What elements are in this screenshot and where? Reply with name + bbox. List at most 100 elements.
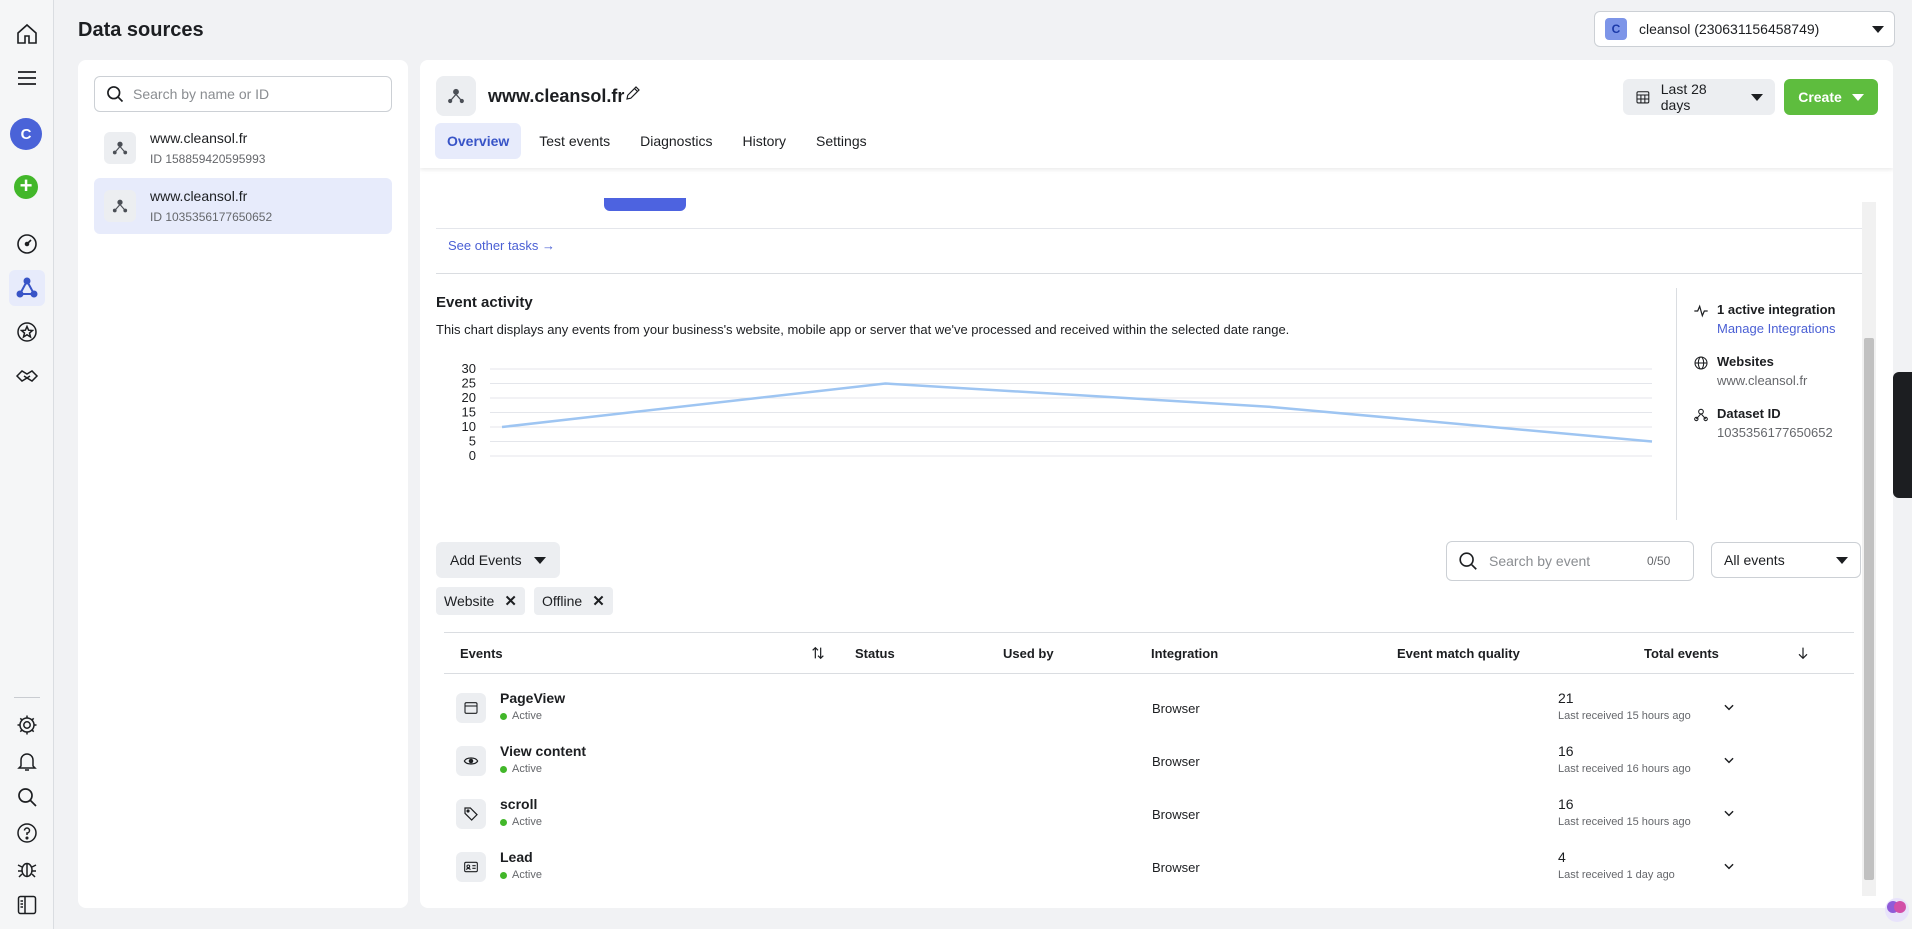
data-sources-icon[interactable] — [9, 270, 45, 306]
dataset-tabs: Overview Test events Diagnostics History… — [435, 123, 885, 159]
search-icon — [107, 86, 124, 103]
status-dot — [500, 818, 507, 826]
panel-toggle-icon[interactable] — [9, 887, 45, 923]
task-action-button-partial[interactable] — [604, 198, 686, 211]
data-source-item-selected[interactable]: www.cleansol.fr ID 1035356177650652 — [94, 178, 392, 234]
divider — [436, 228, 1867, 229]
event-status-label: Active — [512, 710, 542, 722]
dataset-id-info: Dataset ID 1035356177650652 — [1693, 406, 1833, 440]
add-icon[interactable]: + — [14, 175, 38, 199]
filter-chip-website: Website ✕ — [436, 587, 525, 615]
status-dot — [500, 765, 507, 773]
tab-settings[interactable]: Settings — [804, 123, 879, 159]
event-last-received: Last received 16 hours ago — [1558, 763, 1691, 775]
left-rail: C + — [0, 0, 54, 929]
websites-title: Websites — [1717, 354, 1774, 369]
extension-brain-icon[interactable] — [1867, 880, 1912, 929]
sort-icon[interactable] — [810, 645, 826, 664]
data-source-search-input[interactable] — [133, 86, 381, 102]
chevron-down-icon[interactable] — [1722, 806, 1736, 825]
scrollbar-thumb[interactable] — [1864, 338, 1874, 880]
table-row[interactable]: scroll Active Browser 16 Last received 1… — [444, 788, 1854, 841]
page-title: Data sources — [78, 19, 204, 41]
account-badge: C — [1605, 18, 1627, 40]
tab-overview[interactable]: Overview — [435, 123, 522, 159]
table-row[interactable]: Lead Active Browser 4 Last received 1 da… — [444, 841, 1854, 894]
event-total: 4 — [1558, 849, 1566, 865]
websites-value: www.cleansol.fr — [1717, 373, 1808, 388]
chevron-down-icon — [1872, 25, 1884, 33]
events-table: Events Status Used by Integration Event … — [444, 632, 1854, 894]
tab-test-events[interactable]: Test events — [527, 123, 622, 159]
extension-toolbar-strip[interactable] — [1893, 372, 1912, 498]
dataset-id-value: 1035356177650652 — [1717, 425, 1833, 440]
table-row[interactable]: PageView Active Browser 21 Last received… — [444, 682, 1854, 735]
y-tick-label: 20 — [462, 390, 476, 405]
tab-diagnostics[interactable]: Diagnostics — [628, 123, 724, 159]
event-status-label: Active — [512, 869, 542, 881]
star-icon[interactable] — [9, 314, 45, 350]
tag-icon — [456, 799, 486, 829]
integration-info: 1 active integration Manage Integrations — [1693, 302, 1836, 336]
menu-icon[interactable] — [9, 60, 45, 96]
websites-info: Websites www.cleansol.fr — [1693, 354, 1807, 388]
chevron-down-icon[interactable] — [1722, 753, 1736, 772]
data-source-id: ID 158859420595993 — [150, 152, 266, 166]
bell-icon[interactable] — [9, 743, 45, 779]
home-icon[interactable] — [9, 16, 45, 52]
settings-gear-icon[interactable] — [9, 707, 45, 743]
create-button[interactable]: Create — [1784, 79, 1878, 115]
date-range-button[interactable]: Last 28 days — [1623, 79, 1775, 115]
close-icon[interactable]: ✕ — [504, 592, 517, 610]
manage-integrations-link[interactable]: Manage Integrations — [1717, 321, 1836, 336]
event-last-received: Last received 15 hours ago — [1558, 816, 1691, 828]
close-icon[interactable]: ✕ — [592, 592, 605, 610]
y-tick-label: 25 — [462, 376, 476, 391]
help-icon[interactable] — [9, 815, 45, 851]
chevron-down-icon[interactable] — [1722, 859, 1736, 878]
table-header: Events Status Used by Integration Event … — [444, 632, 1854, 674]
event-integration: Browser — [1152, 860, 1200, 875]
event-search[interactable]: 0/50 — [1446, 541, 1694, 581]
pulse-icon — [1694, 304, 1708, 318]
event-name: View content — [500, 743, 587, 759]
status-dot — [500, 712, 507, 720]
dataset-icon — [104, 190, 136, 222]
date-range-label: Last 28 days — [1660, 81, 1707, 113]
handshake-icon[interactable] — [9, 358, 45, 394]
chevron-down-icon[interactable] — [1722, 700, 1736, 719]
event-name: PageView — [500, 690, 566, 706]
y-tick-label: 10 — [462, 419, 476, 434]
event-total: 21 — [1558, 690, 1574, 706]
calendar-icon — [1636, 91, 1650, 104]
event-search-input[interactable] — [1489, 553, 1639, 569]
y-tick-label: 30 — [462, 361, 476, 376]
tab-history[interactable]: History — [730, 123, 798, 159]
create-label: Create — [1798, 89, 1842, 105]
col-total-events[interactable]: Total events — [1644, 646, 1719, 661]
dashboard-gauge-icon[interactable] — [9, 226, 45, 262]
search-icon[interactable] — [9, 779, 45, 815]
vertical-scrollbar[interactable] — [1862, 202, 1876, 896]
add-events-button[interactable]: Add Events — [436, 542, 560, 578]
rail-divider — [14, 697, 40, 698]
account-avatar[interactable]: C — [10, 118, 42, 150]
arrow-down-icon[interactable] — [1795, 645, 1811, 664]
edit-pencil-icon[interactable] — [624, 84, 642, 107]
data-source-item[interactable]: www.cleansol.fr ID 158859420595993 — [94, 120, 392, 176]
data-source-search[interactable] — [94, 76, 392, 112]
event-filter-value: All events — [1724, 552, 1785, 568]
event-filter-select[interactable]: All events — [1711, 542, 1861, 578]
event-status: Active — [500, 816, 542, 828]
bug-icon[interactable] — [9, 851, 45, 887]
search-icon — [1459, 552, 1477, 570]
chevron-down-icon — [1751, 93, 1763, 101]
table-row[interactable]: View content Active Browser 16 Last rece… — [444, 735, 1854, 788]
see-other-tasks-link[interactable]: See other tasks → — [448, 238, 555, 253]
col-events[interactable]: Events — [460, 646, 503, 661]
data-source-name: www.cleansol.fr — [150, 130, 248, 146]
data-source-id: ID 1035356177650652 — [150, 210, 273, 224]
event-status: Active — [500, 869, 542, 881]
account-name: cleansol (230631156458749) — [1639, 21, 1820, 37]
account-selector[interactable]: C cleansol (230631156458749) — [1594, 11, 1895, 47]
